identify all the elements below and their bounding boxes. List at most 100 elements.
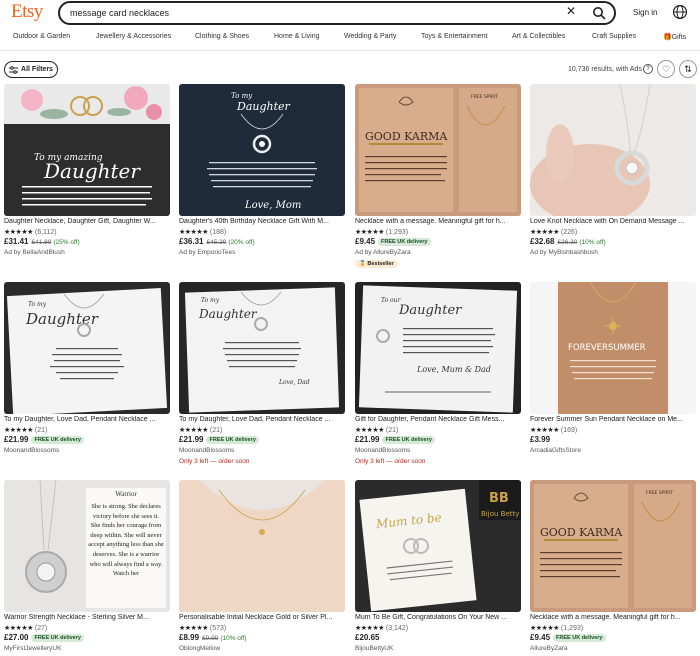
listing-title[interactable]: Necklace with a message. Meaningful gift… — [355, 218, 521, 225]
stock-alert: Only 3 left — order soon — [179, 458, 250, 465]
sort-icon: ⇅ — [684, 63, 692, 74]
shop-name[interactable]: MyFirstJewelleryUK — [4, 645, 61, 652]
all-filters-button[interactable]: All Filters — [4, 61, 58, 78]
listing-price: £32.68 — [530, 237, 555, 246]
listing-image[interactable] — [530, 84, 696, 216]
listing-title[interactable]: To my Daughter, Love Dad, Pendant Neckla… — [179, 416, 345, 423]
discount: (20% off) — [228, 239, 255, 246]
thumb-heading: Daughter — [198, 307, 258, 321]
listing-price: £36.31 — [179, 237, 204, 246]
listing-price: £31.41 — [4, 237, 29, 246]
listing-price: £9.45 — [530, 633, 551, 642]
review-count: (188) — [209, 229, 227, 236]
category-wedding-party[interactable]: Wedding & Party — [344, 33, 396, 40]
shop-name[interactable]: ArcadiaGiftsStore — [530, 447, 581, 454]
thumb-side-text: FREE SPIRIT — [646, 490, 673, 496]
shop-name[interactable]: MoonandBlossoms — [179, 447, 234, 454]
favourites-button[interactable]: ♡ — [657, 60, 675, 78]
site-header: Etsy ✕ Sign in — [0, 0, 700, 28]
etsy-logo[interactable]: Etsy — [11, 1, 43, 23]
price-line: £8.99 £9.99 (10% off) — [179, 633, 247, 642]
bestseller-label: Bestseller — [367, 261, 394, 267]
price-line: £31.41 £41.89 (25% off) — [4, 237, 80, 246]
shop-name[interactable]: AllureByZara — [530, 645, 568, 652]
listing-image[interactable]: To our Daughter Love, Mum & Dad — [355, 282, 521, 414]
clear-icon[interactable]: ✕ — [566, 4, 576, 18]
thumb-heading: Warrior — [115, 490, 137, 498]
listing-title[interactable]: Daughter Necklace, Daughter Gift, Daught… — [4, 218, 170, 225]
listing-image[interactable]: GOOD KARMA FREE SPIRIT — [355, 84, 521, 216]
price-line: £9.45 FREE UK delivery — [530, 633, 606, 642]
price-line: £32.68 £36.30 (10% off) — [530, 237, 606, 246]
listing-title[interactable]: To my Daughter, Love Dad, Pendant Neckla… — [4, 416, 170, 423]
listing-title[interactable]: Gift for Daughter, Pendant Necklace Gift… — [355, 416, 521, 423]
category-craft[interactable]: Craft Supplies — [592, 33, 636, 40]
category-home-living[interactable]: Home & Living — [274, 33, 320, 40]
listing-title[interactable]: Mum To Be Gift, Congratulations On Your … — [355, 614, 521, 621]
thumb-signature: Love, Mom — [244, 200, 301, 211]
listing-title[interactable]: Forever Summer Sun Pendant Necklace on M… — [530, 416, 696, 423]
sign-in-link[interactable]: Sign in — [633, 8, 657, 17]
category-toys[interactable]: Toys & Entertainment — [421, 33, 488, 40]
category-jewellery[interactable]: Jewellery & Accessories — [96, 33, 171, 40]
search-input[interactable] — [70, 6, 540, 20]
category-gifts[interactable]: 🎁Gifts — [663, 33, 686, 41]
free-delivery-badge: FREE UK delivery — [31, 634, 84, 642]
listing-title[interactable]: Necklace with a message. Meaningful gift… — [530, 614, 696, 621]
sort-button[interactable]: ⇅ — [679, 60, 697, 78]
shop-name[interactable]: OblongMellow — [179, 645, 220, 652]
thumb-caption: To my — [231, 92, 253, 100]
shop-name[interactable]: MoonandBlossoms — [4, 447, 59, 454]
star-rating-icon: ★★★★★ — [530, 427, 559, 434]
all-filters-label: All Filters — [21, 66, 53, 73]
listing-price: £21.99 — [4, 435, 29, 444]
price-line: £21.99 FREE UK delivery — [4, 435, 84, 444]
help-icon[interactable]: ? — [643, 64, 653, 74]
discount: (10% off) — [579, 239, 606, 246]
listing-image[interactable] — [179, 480, 345, 612]
listing-image[interactable]: GOOD KARMA FREE SPIRIT — [530, 480, 696, 612]
shop-name[interactable]: Ad by BellaAndBlush — [4, 249, 65, 256]
shop-name[interactable]: MoonandBlossoms — [355, 447, 410, 454]
listing-title[interactable]: Warrior Strength Necklace - Sterling Sil… — [4, 614, 170, 621]
listing-image[interactable]: To my Daughter Love, Dad — [179, 282, 345, 414]
listing-title[interactable]: Love Knot Necklace with On Demand Messag… — [530, 218, 696, 225]
listing-image[interactable]: To my Daughter Love, Mom — [179, 84, 345, 216]
review-count: (573) — [209, 625, 227, 632]
shop-name[interactable]: Ad by AllureByZara — [355, 249, 411, 256]
listing-price: £21.99 — [355, 435, 380, 444]
listing-rating: ★★★★★ (573) — [179, 624, 226, 632]
listing-rating: ★★★★★ (226) — [530, 228, 577, 236]
original-price: £45.39 — [206, 239, 227, 246]
price-line: £21.99 FREE UK delivery — [355, 435, 435, 444]
listing-price: £9.45 — [355, 237, 376, 246]
category-clothing[interactable]: Clothing & Shoes — [195, 33, 249, 40]
listing-image[interactable]: To my amazing Daughter — [4, 84, 170, 216]
globe-icon[interactable] — [672, 4, 688, 20]
review-count: (27) — [34, 625, 48, 632]
listing-title[interactable]: Daughter's 40th Birthday Necklace Gift W… — [179, 218, 345, 225]
review-count: (21) — [385, 427, 399, 434]
thumb-heading: Daughter — [236, 100, 291, 113]
listing-image[interactable]: FOREVERSUMMER — [530, 282, 696, 414]
free-delivery-badge: FREE UK delivery — [31, 436, 84, 444]
category-art[interactable]: Art & Collectibles — [512, 33, 565, 40]
listing-rating: ★★★★★ (27) — [4, 624, 47, 632]
star-rating-icon: ★★★★★ — [355, 229, 384, 236]
shop-name[interactable]: BijouBettyUK — [355, 645, 393, 652]
category-outdoor-garden[interactable]: Outdoor & Garden — [13, 33, 70, 40]
price-line: £3.99 — [530, 435, 550, 444]
listing-image[interactable]: Mum to be BB Bijou Betty — [355, 480, 521, 612]
listing-rating: ★★★★★ (1,293) — [355, 228, 408, 236]
discount: (25% off) — [53, 239, 80, 246]
search-bar[interactable]: ✕ — [58, 1, 616, 25]
shop-name[interactable]: Ad by MyBishbashbosh — [530, 249, 598, 256]
review-count: (6,112) — [34, 229, 57, 236]
listing-image[interactable]: To my Daughter — [4, 282, 170, 414]
thumb-heading: Daughter — [398, 303, 462, 318]
review-count: (21) — [34, 427, 48, 434]
listing-title[interactable]: Personalisable Initial Necklace Gold or … — [179, 614, 345, 621]
search-icon[interactable] — [592, 6, 606, 20]
listing-image[interactable]: Warrior She is strong. She declares vict… — [4, 480, 170, 612]
shop-name[interactable]: Ad by EmporioTees — [179, 249, 235, 256]
